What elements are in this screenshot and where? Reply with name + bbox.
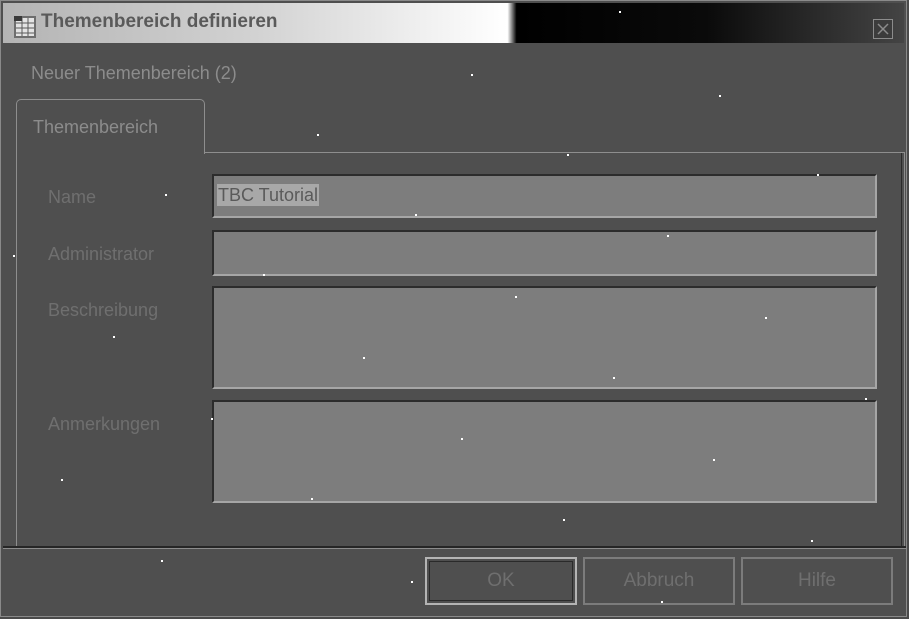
dialog-window: Themenbereich definieren Neuer Themenber…: [0, 0, 907, 617]
noise-dot: [61, 479, 63, 481]
noise-dot: [661, 601, 663, 603]
noise-dot: [415, 214, 417, 216]
abbruch-button[interactable]: Abbruch: [583, 557, 735, 605]
noise-dot: [311, 498, 313, 500]
noise-dot: [563, 519, 565, 521]
noise-dot: [13, 255, 15, 257]
noise-dot: [165, 194, 167, 196]
noise-dot: [211, 418, 213, 420]
anmerkungen-field[interactable]: [212, 400, 877, 503]
window-title: Themenbereich definieren: [41, 11, 278, 32]
name-field[interactable]: TBC Tutorial: [212, 174, 877, 218]
beschreibung-field[interactable]: [212, 286, 877, 389]
administrator-label: Administrator: [48, 244, 155, 264]
tab-themenbereich[interactable]: Themenbereich: [16, 99, 205, 154]
name-field-text: TBC Tutorial: [217, 184, 320, 206]
title-bar[interactable]: Themenbereich definieren: [3, 3, 904, 43]
grid-document-icon: [14, 16, 36, 38]
noise-dot: [667, 235, 669, 237]
noise-dot: [363, 357, 365, 359]
close-button[interactable]: [873, 19, 893, 39]
anmerkungen-label: Anmerkungen: [48, 414, 161, 434]
close-icon: [877, 23, 889, 35]
beschreibung-label: Beschreibung: [48, 300, 159, 320]
noise-dot: [515, 296, 517, 298]
noise-dot: [817, 174, 819, 176]
noise-dot: [713, 459, 715, 461]
panel-divider: [901, 153, 902, 546]
noise-dot: [811, 540, 813, 542]
noise-dot: [619, 11, 621, 13]
noise-dot: [411, 581, 413, 583]
noise-dot: [719, 95, 721, 97]
ok-button[interactable]: OK: [425, 557, 577, 605]
dialog-subtitle: Neuer Themenbereich (2): [31, 63, 237, 83]
noise-dot: [317, 134, 319, 136]
button-separator: [3, 546, 906, 549]
noise-dot: [613, 377, 615, 379]
noise-dot: [471, 74, 473, 76]
name-label: Name: [48, 187, 97, 207]
noise-dot: [865, 398, 867, 400]
hilfe-button[interactable]: Hilfe: [741, 557, 893, 605]
noise-dot: [567, 154, 569, 156]
noise-dot: [113, 336, 115, 338]
noise-dot: [263, 274, 265, 276]
noise-dot: [461, 438, 463, 440]
administrator-field[interactable]: [212, 230, 877, 276]
noise-dot: [161, 560, 163, 562]
noise-dot: [765, 317, 767, 319]
tab-label: Themenbereich: [33, 117, 159, 137]
